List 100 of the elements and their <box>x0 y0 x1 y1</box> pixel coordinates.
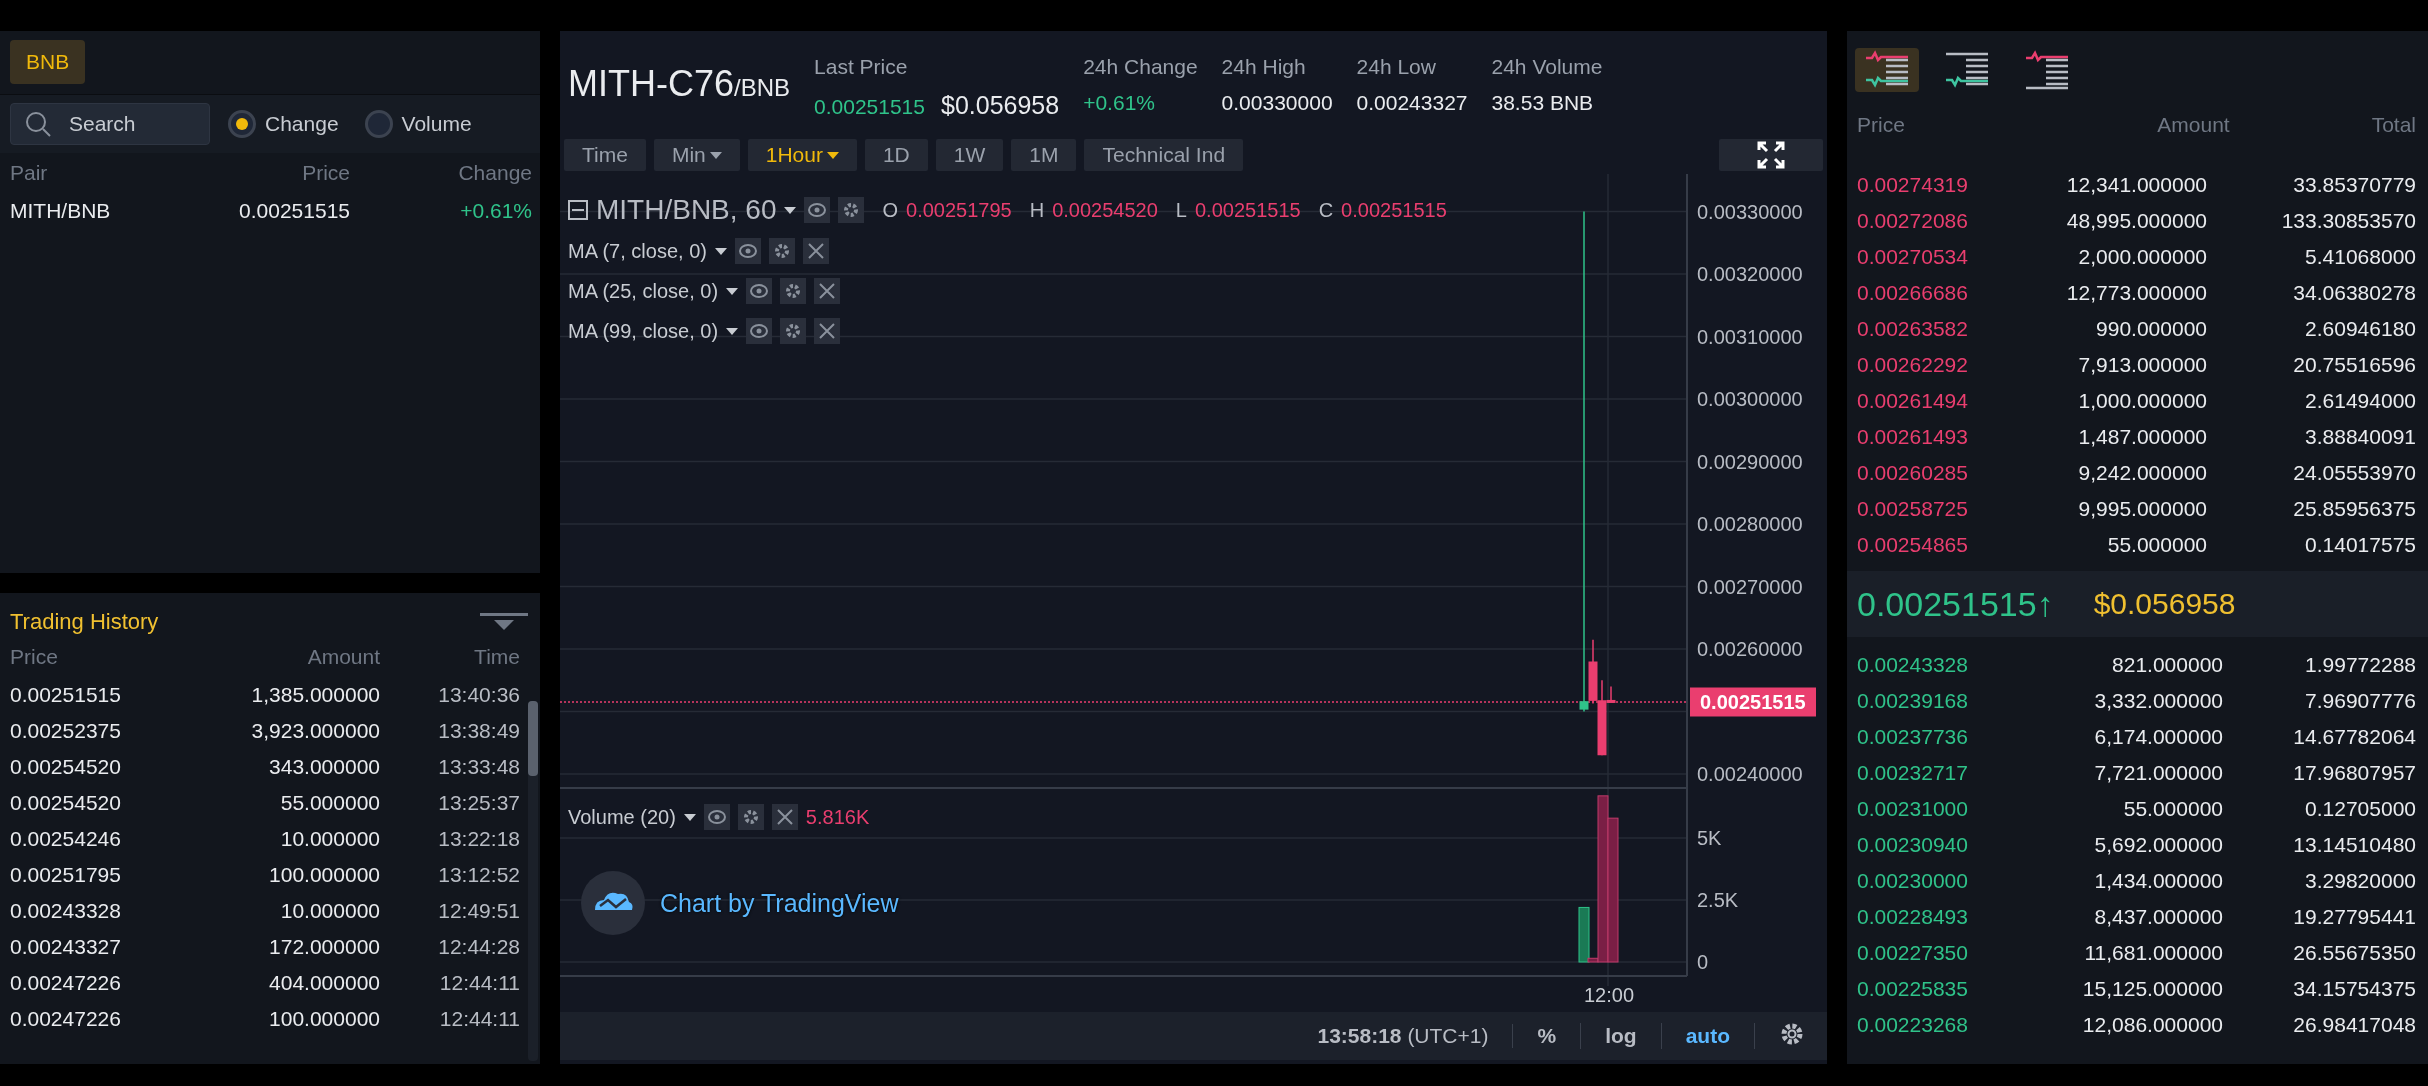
interval-button[interactable]: 1Hour <box>747 139 857 171</box>
eye-button[interactable] <box>804 197 831 223</box>
total-cell-text: 2.61494000 <box>2304 389 2416 413</box>
close-button[interactable] <box>814 318 841 344</box>
time-cell-text: 13:12:52 <box>437 863 520 887</box>
search-field[interactable]: Search <box>10 103 210 145</box>
price-cell-text: 0.00231000 <box>1857 797 1969 821</box>
scale-toggle[interactable]: log <box>1581 1023 1662 1049</box>
price-cell-text: 0.00239168 <box>1857 689 1969 713</box>
total-cell-text: 0.12705000 <box>2304 797 2416 821</box>
indicator-label[interactable]: MA (25, close, 0) <box>568 279 719 303</box>
caret-icon[interactable] <box>714 247 727 255</box>
ohlc-label: L <box>1175 198 1187 222</box>
caret-icon[interactable] <box>683 813 696 821</box>
price-cell-text: 0.00266686 <box>1857 281 1969 305</box>
indicator-label[interactable]: MA (99, close, 0) <box>568 319 719 343</box>
settings-icon <box>784 282 803 300</box>
time-cell-text: 12:44:11 <box>438 971 520 995</box>
column-header: Price <box>301 161 350 185</box>
caret-icon[interactable] <box>784 206 797 214</box>
amount-cell-text: 100.000000 <box>268 1007 380 1031</box>
settings-button[interactable] <box>768 238 795 264</box>
amount-cell-text: 7,721.000000 <box>2093 761 2223 785</box>
fullscreen-button[interactable] <box>1719 139 1823 171</box>
time-cell-text: 12:44:11 <box>438 1007 520 1031</box>
total-cell-text: 7.96907776 <box>2304 689 2416 713</box>
total-cell-text: 33.85370779 <box>2292 173 2416 197</box>
close-button[interactable] <box>814 278 841 304</box>
price-cell-text: 0.00254520 <box>10 791 122 815</box>
scale-toggle[interactable]: auto <box>1661 1023 1755 1049</box>
market-tab[interactable]: BNB <box>10 40 86 84</box>
eye-button[interactable] <box>746 278 773 304</box>
time-cell-text: 12:49:51 <box>437 899 520 923</box>
caret-icon[interactable] <box>726 287 739 295</box>
interval-button[interactable]: Min <box>653 139 740 171</box>
price-marker: 0.00251515 <box>1690 687 1816 717</box>
amount-cell-text: 12,341.000000 <box>2065 173 2207 197</box>
time-cell-text: 13:33:48 <box>437 755 520 779</box>
search-icon <box>24 110 52 138</box>
stat-label: 24h High <box>1221 55 1307 79</box>
amount-cell-text: 2,000.000000 <box>2077 245 2207 269</box>
indicator-label[interactable]: Volume (20) <box>568 805 676 829</box>
close-button[interactable] <box>771 804 798 830</box>
settings-button[interactable] <box>780 278 807 304</box>
total-cell-text: 20.75516596 <box>2292 353 2416 377</box>
scrollbar[interactable] <box>528 701 538 1061</box>
axis-label: 12:00 <box>1584 984 1635 1007</box>
interval-button[interactable]: 1D <box>864 139 928 171</box>
amount-cell-text: 1,434.000000 <box>2093 869 2223 893</box>
ohlc-value: 0.00251795 <box>906 198 1012 222</box>
price-cell-text: 0.00237736 <box>1857 725 1969 749</box>
eye-button[interactable] <box>703 804 730 830</box>
price-cell-text: 0.00243328 <box>1857 653 1969 677</box>
stat-value: 0.00251515 <box>814 95 925 119</box>
interval-button[interactable]: Time <box>564 139 646 171</box>
indicator-label[interactable]: MA (7, close, 0) <box>568 239 707 263</box>
expand-icon <box>1756 140 1786 170</box>
collapse-icon <box>568 200 588 220</box>
order-book-icon <box>2024 50 2070 90</box>
last-price: 0.00251515↑ <box>1857 584 2054 624</box>
amount-cell-text: 404.000000 <box>268 971 380 995</box>
column-header: Pair <box>10 161 49 185</box>
pair-name[interactable]: MITH/BNB <box>10 199 200 223</box>
interval-button[interactable]: 1W <box>935 139 1004 171</box>
interval-button[interactable]: Technical Ind <box>1084 139 1244 171</box>
total-cell-text: 17.96807957 <box>2292 761 2416 785</box>
axis-label: 0 <box>1697 950 1709 974</box>
settings-button[interactable] <box>737 804 764 830</box>
close-icon <box>818 282 837 300</box>
settings-button[interactable] <box>838 197 865 223</box>
price-cell-text: 0.00230940 <box>1857 833 1969 857</box>
amount-cell-text: 12,773.000000 <box>2065 281 2207 305</box>
time-cell-text: 13:25:37 <box>437 791 520 815</box>
amount-cell-text: 48,995.000000 <box>2065 209 2207 233</box>
column-header: Total <box>2370 113 2416 137</box>
sort-radio[interactable]: Volume <box>364 110 480 138</box>
amount-cell-text: 15,125.000000 <box>2081 977 2223 1001</box>
amount-cell-text: 11,681.000000 <box>2083 941 2223 965</box>
scale-toggle[interactable]: % <box>1513 1023 1582 1049</box>
price-cell-text: 0.00260285 <box>1857 461 1969 485</box>
eye-button[interactable] <box>734 238 761 264</box>
price-cell-text: 0.00263582 <box>1857 317 1969 341</box>
settings-icon <box>772 242 791 260</box>
view-mode-button[interactable] <box>1855 48 1919 92</box>
total-cell-text: 0.14017575 <box>2304 533 2416 557</box>
axis-label: 0.00240000 <box>1697 762 1803 786</box>
volume-value: 5.816K <box>805 805 870 829</box>
total-cell-text: 34.15754375 <box>2292 977 2416 1001</box>
time-cell-text: 13:38:49 <box>437 719 520 743</box>
amount-cell-text: 1,000.000000 <box>2077 389 2207 413</box>
interval-button[interactable]: 1M <box>1011 139 1077 171</box>
sort-radio[interactable]: Change <box>228 110 347 138</box>
price-cell-text: 0.00251795 <box>10 863 122 887</box>
total-cell-text: 34.06380278 <box>2292 281 2416 305</box>
close-button[interactable] <box>802 238 829 264</box>
column-header: Amount <box>306 645 380 669</box>
settings-button[interactable] <box>780 318 807 344</box>
eye-button[interactable] <box>746 318 773 344</box>
attribution-link[interactable]: Chart by TradingView <box>660 888 899 918</box>
caret-icon[interactable] <box>726 327 739 335</box>
